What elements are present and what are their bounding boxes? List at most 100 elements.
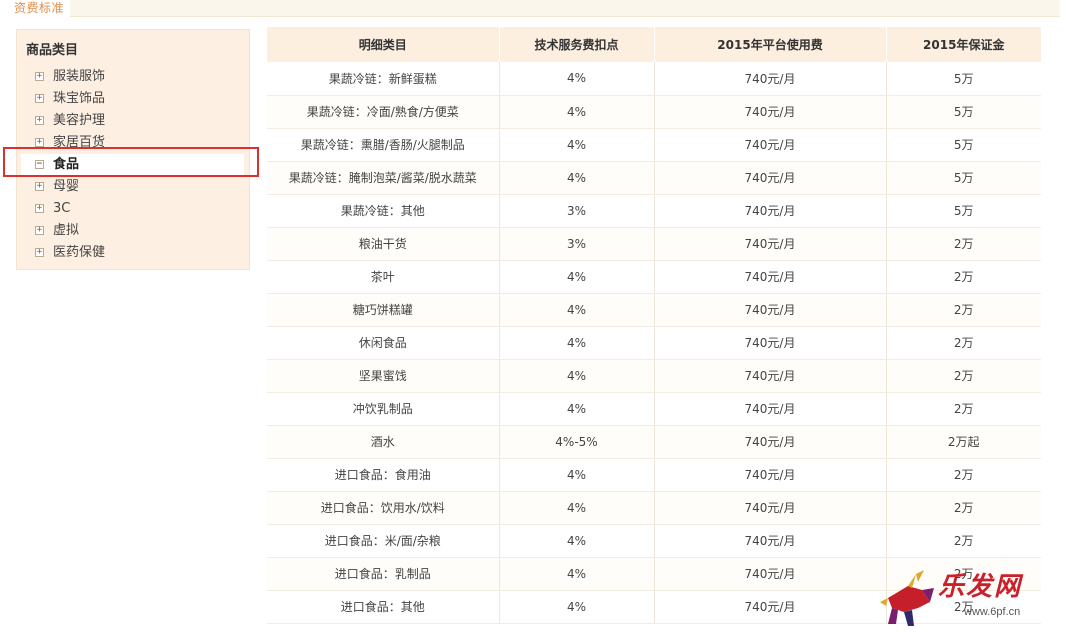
column-header-deposit: 2015年保证金 xyxy=(886,27,1041,62)
category-sidebar: 商品类目 + 服装服饰 + 珠宝饰品 + 美容护理 + 家居百货 − 食品 + … xyxy=(16,29,250,270)
sidebar-item-medicine[interactable]: + 医药保健 xyxy=(33,242,248,264)
cell-category: 糖巧饼糕罐 xyxy=(267,293,500,327)
cell-platform-fee: 740元/月 xyxy=(654,293,887,327)
sidebar-item-home[interactable]: + 家居百货 xyxy=(33,132,248,154)
sidebar-item-3c[interactable]: + 3C xyxy=(33,198,248,220)
cell-category: 果蔬冷链：熏腊/香肠/火腿制品 xyxy=(267,128,500,162)
table-row: 糖巧饼糕罐 4% 740元/月 2万 xyxy=(267,293,1041,327)
cell-service-fee: 3% xyxy=(499,227,655,261)
table-row: 进口食品：米/面/杂粮 4% 740元/月 2万 xyxy=(267,524,1041,558)
sidebar-item-virtual[interactable]: + 虚拟 xyxy=(33,220,248,242)
cell-deposit: 2万 xyxy=(886,260,1041,294)
cell-deposit: 2万 xyxy=(886,491,1041,525)
cell-service-fee: 4% xyxy=(499,128,655,162)
cell-platform-fee: 740元/月 xyxy=(654,458,887,492)
sidebar-item-clothing[interactable]: + 服装服饰 xyxy=(33,66,248,88)
sidebar-item-label: 家居百货 xyxy=(53,135,106,150)
sidebar-item-baby[interactable]: + 母婴 xyxy=(33,176,248,198)
cell-deposit: 2万 xyxy=(886,557,1041,591)
cell-deposit: 5万 xyxy=(886,128,1041,162)
cell-deposit: 5万 xyxy=(886,95,1041,129)
fee-table-container: 明细类目 技术服务费扣点 2015年平台使用费 2015年保证金 果蔬冷链：新鲜… xyxy=(267,27,1041,624)
table-row: 冲饮乳制品 4% 740元/月 2万 xyxy=(267,392,1041,426)
cell-platform-fee: 740元/月 xyxy=(654,227,887,261)
sidebar-item-label: 虚拟 xyxy=(53,223,80,238)
cell-service-fee: 4% xyxy=(499,62,655,96)
sidebar-item-jewelry[interactable]: + 珠宝饰品 xyxy=(33,88,248,110)
table-row: 休闲食品 4% 740元/月 2万 xyxy=(267,326,1041,360)
cell-service-fee: 4% xyxy=(499,95,655,129)
cell-platform-fee: 740元/月 xyxy=(654,557,887,591)
fee-table: 明细类目 技术服务费扣点 2015年平台使用费 2015年保证金 果蔬冷链：新鲜… xyxy=(267,27,1041,624)
cell-service-fee: 4% xyxy=(499,359,655,393)
cell-platform-fee: 740元/月 xyxy=(654,425,887,459)
cell-platform-fee: 740元/月 xyxy=(654,491,887,525)
table-row: 茶叶 4% 740元/月 2万 xyxy=(267,260,1041,294)
table-header-row: 明细类目 技术服务费扣点 2015年平台使用费 2015年保证金 xyxy=(267,27,1041,62)
cell-platform-fee: 740元/月 xyxy=(654,524,887,558)
sidebar-item-beauty[interactable]: + 美容护理 xyxy=(33,110,248,132)
column-header-platform-fee: 2015年平台使用费 xyxy=(654,27,887,62)
cell-platform-fee: 740元/月 xyxy=(654,392,887,426)
cell-deposit: 2万 xyxy=(886,359,1041,393)
sidebar-item-label: 服装服饰 xyxy=(53,69,106,84)
expand-icon[interactable]: + xyxy=(35,116,44,125)
sidebar-item-label: 3C xyxy=(53,201,71,216)
cell-platform-fee: 740元/月 xyxy=(654,95,887,129)
expand-icon[interactable]: + xyxy=(35,72,44,81)
cell-platform-fee: 740元/月 xyxy=(654,359,887,393)
sidebar-item-label: 美容护理 xyxy=(53,113,106,128)
table-row: 果蔬冷链：冷面/熟食/方便菜 4% 740元/月 5万 xyxy=(267,95,1041,129)
cell-deposit: 2万 xyxy=(886,392,1041,426)
table-row: 进口食品：饮用水/饮料 4% 740元/月 2万 xyxy=(267,491,1041,525)
table-row: 进口食品：乳制品 4% 740元/月 2万 xyxy=(267,557,1041,591)
cell-platform-fee: 740元/月 xyxy=(654,260,887,294)
table-row: 果蔬冷链：其他 3% 740元/月 5万 xyxy=(267,194,1041,228)
expand-icon[interactable]: + xyxy=(35,94,44,103)
cell-service-fee: 4% xyxy=(499,161,655,195)
table-row: 果蔬冷链：腌制泡菜/酱菜/脱水蔬菜 4% 740元/月 5万 xyxy=(267,161,1041,195)
table-body: 果蔬冷链：新鲜蛋糕 4% 740元/月 5万 果蔬冷链：冷面/熟食/方便菜 4% 740元/… xyxy=(267,62,1041,624)
category-list: + 服装服饰 + 珠宝饰品 + 美容护理 + 家居百货 − 食品 + 母婴 + … xyxy=(21,66,248,264)
cell-deposit: 2万 xyxy=(886,458,1041,492)
sidebar-item-food[interactable]: − 食品 xyxy=(21,154,244,176)
cell-deposit: 2万 xyxy=(886,326,1041,360)
cell-category: 冲饮乳制品 xyxy=(267,392,500,426)
cell-platform-fee: 740元/月 xyxy=(654,326,887,360)
cell-category: 茶叶 xyxy=(267,260,500,294)
expand-icon[interactable]: + xyxy=(35,182,44,191)
cell-service-fee: 4% xyxy=(499,590,655,624)
section-title: 资费标准 xyxy=(8,0,71,17)
cell-category: 果蔬冷链：其他 xyxy=(267,194,500,228)
cell-category: 坚果蜜饯 xyxy=(267,359,500,393)
table-row: 坚果蜜饯 4% 740元/月 2万 xyxy=(267,359,1041,393)
sidebar-item-label: 食品 xyxy=(53,157,80,172)
expand-icon[interactable]: + xyxy=(35,226,44,235)
expand-icon[interactable]: + xyxy=(35,248,44,257)
cell-category: 酒水 xyxy=(267,425,500,459)
column-header-category: 明细类目 xyxy=(267,27,500,62)
cell-service-fee: 4%-5% xyxy=(499,425,655,459)
cell-category: 进口食品：乳制品 xyxy=(267,557,500,591)
collapse-icon[interactable]: − xyxy=(35,160,44,169)
cell-category: 果蔬冷链：新鲜蛋糕 xyxy=(267,62,500,96)
cell-service-fee: 4% xyxy=(499,326,655,360)
cell-service-fee: 4% xyxy=(499,260,655,294)
cell-category: 休闲食品 xyxy=(267,326,500,360)
table-row: 果蔬冷链：熏腊/香肠/火腿制品 4% 740元/月 5万 xyxy=(267,128,1041,162)
cell-deposit: 2万起 xyxy=(886,425,1041,459)
cell-service-fee: 4% xyxy=(499,458,655,492)
expand-icon[interactable]: + xyxy=(35,138,44,147)
section-header: 资费标准 xyxy=(8,0,1060,17)
cell-platform-fee: 740元/月 xyxy=(654,194,887,228)
sidebar-title: 商品类目 xyxy=(26,43,79,58)
expand-icon[interactable]: + xyxy=(35,204,44,213)
cell-service-fee: 4% xyxy=(499,491,655,525)
cell-platform-fee: 740元/月 xyxy=(654,161,887,195)
cell-category: 进口食品：米/面/杂粮 xyxy=(267,524,500,558)
table-row: 粮油干货 3% 740元/月 2万 xyxy=(267,227,1041,261)
cell-category: 进口食品：食用油 xyxy=(267,458,500,492)
page: 资费标准 商品类目 + 服装服饰 + 珠宝饰品 + 美容护理 + 家居百货 − … xyxy=(0,0,1067,632)
cell-service-fee: 4% xyxy=(499,392,655,426)
cell-category: 进口食品：饮用水/饮料 xyxy=(267,491,500,525)
